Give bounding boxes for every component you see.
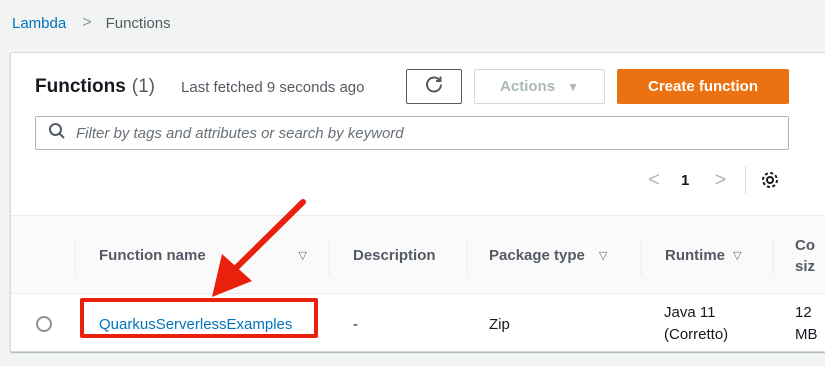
cell-runtime: Java 11 (Corretto) bbox=[664, 294, 729, 351]
search-icon bbox=[48, 122, 66, 145]
runtime-name: Java 11 bbox=[664, 304, 716, 321]
column-header-function-name[interactable]: Function name ▽ bbox=[75, 216, 329, 295]
annotation-highlight-box bbox=[80, 298, 318, 338]
function-count: (1) bbox=[131, 76, 156, 97]
column-label: Co bbox=[795, 236, 815, 254]
functions-panel: Functions (1) Last fetched 9 seconds ago… bbox=[10, 52, 825, 352]
column-header-runtime[interactable]: Runtime ▽ bbox=[641, 216, 773, 295]
last-fetched-text: Last fetched 9 seconds ago bbox=[181, 78, 365, 96]
column-label: siz bbox=[795, 257, 816, 275]
code-size-unit: MB bbox=[795, 326, 818, 343]
refresh-button[interactable] bbox=[406, 69, 462, 104]
actions-label: Actions bbox=[500, 78, 556, 95]
cell-package-type: Zip bbox=[489, 315, 510, 333]
breadcrumb-current: Functions bbox=[105, 14, 171, 32]
page-number[interactable]: 1 bbox=[681, 172, 689, 189]
actions-dropdown-button[interactable]: Actions ▼ bbox=[474, 69, 605, 104]
row-select-radio[interactable] bbox=[36, 316, 52, 332]
column-header-code-size[interactable]: Co siz bbox=[773, 216, 825, 295]
column-label: Description bbox=[353, 247, 436, 264]
chevron-right-icon[interactable]: > bbox=[709, 169, 731, 192]
runtime-variant: (Corretto) bbox=[664, 326, 729, 343]
cell-description: - bbox=[353, 315, 358, 333]
search-input[interactable]: Filter by tags and attributes or search … bbox=[35, 116, 789, 150]
column-label: Function name bbox=[99, 247, 206, 264]
sort-icon[interactable]: ▽ bbox=[733, 249, 741, 262]
cell-code-size: 12 MB bbox=[795, 294, 818, 351]
sort-icon[interactable]: ▽ bbox=[599, 249, 607, 262]
breadcrumb-separator: > bbox=[82, 14, 92, 31]
gear-icon[interactable] bbox=[760, 170, 780, 190]
sort-icon[interactable]: ▽ bbox=[299, 249, 307, 262]
pagination: < 1 > bbox=[643, 165, 780, 195]
pager-divider bbox=[745, 166, 747, 194]
refresh-icon bbox=[424, 74, 444, 99]
breadcrumb: Lambda > Functions bbox=[12, 12, 171, 34]
search-placeholder: Filter by tags and attributes or search … bbox=[76, 124, 404, 142]
column-header-description[interactable]: Description bbox=[329, 216, 467, 295]
page-title: Functions bbox=[35, 76, 126, 97]
breadcrumb-lambda-link[interactable]: Lambda bbox=[12, 15, 66, 32]
table-header: Function name ▽ Description Package type… bbox=[11, 215, 825, 294]
create-function-button[interactable]: Create function bbox=[617, 69, 789, 104]
column-label: Runtime bbox=[665, 247, 725, 264]
chevron-left-icon[interactable]: < bbox=[643, 169, 665, 192]
column-label: Package type bbox=[489, 247, 585, 264]
code-size-value: 12 bbox=[795, 304, 812, 321]
caret-down-icon: ▼ bbox=[567, 79, 579, 94]
column-header-package-type[interactable]: Package type ▽ bbox=[467, 216, 641, 295]
